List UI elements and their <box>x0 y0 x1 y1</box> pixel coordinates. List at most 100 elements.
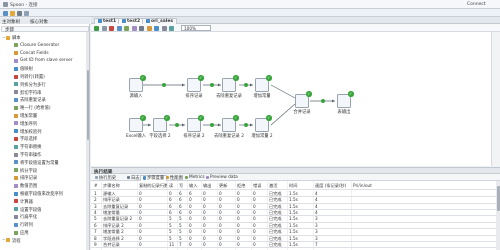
canvas-scrollbar[interactable] <box>491 32 500 166</box>
tree-step-item[interactable]: 排序记录 <box>0 174 86 181</box>
tree-step-item[interactable]: 行扁平化 <box>0 213 86 220</box>
step-icon <box>14 152 18 157</box>
tree-step-item[interactable]: 字段选择 <box>0 135 86 142</box>
table-cell: 0 <box>237 235 240 241</box>
step-icon <box>14 51 18 56</box>
table-cell: 0 <box>139 190 142 196</box>
explore-db-icon[interactable] <box>161 25 167 31</box>
tree-step-item[interactable]: Concat Fields <box>0 50 86 57</box>
tree-folder[interactable]: − 流程 <box>0 237 86 244</box>
transformation-canvas[interactable]: ✓ 源输入 ✓ 排序记录 ✓ 去除重复记录 ✓ 增加常量 ✓ Excel输入 ✓… <box>91 32 491 166</box>
table-cell: 7 <box>315 241 318 247</box>
preview-icon[interactable] <box>116 25 122 31</box>
expand-toggle-icon[interactable]: − <box>2 35 5 40</box>
table-cell: 6 <box>179 197 182 203</box>
tree-step-item[interactable]: 增加校验列 <box>0 128 86 135</box>
table-cell: 6 <box>169 197 172 203</box>
table-cell: 6 <box>169 209 172 215</box>
verify-icon[interactable] <box>139 25 144 31</box>
tree-step-item[interactable]: 行转列 <box>0 221 86 228</box>
hop-line[interactable] <box>270 103 296 126</box>
tree-step-item[interactable]: 字符串操作 <box>0 151 86 158</box>
tree-step-item[interactable]: 计算器 <box>0 198 86 205</box>
tree-step-item[interactable]: 剪切字符串 <box>0 89 86 96</box>
table-cell: 5 <box>179 229 182 235</box>
table-cell: 7 <box>179 241 182 247</box>
tree-step-item[interactable]: Get ID from slave server <box>0 57 86 64</box>
tree-step-item[interactable]: 应用 <box>0 229 86 236</box>
save-icon[interactable] <box>17 10 22 16</box>
tab-test1[interactable]: test1 <box>94 17 121 24</box>
tree-step-item[interactable]: 列拆分为多行 <box>0 81 86 88</box>
table-cell: 1.5s <box>289 229 298 235</box>
step-icon <box>14 214 18 219</box>
editor-tab-bar: test1 test2 ori_sales <box>91 17 500 24</box>
new-file-icon[interactable] <box>3 10 8 16</box>
step-icon <box>14 97 18 102</box>
tree-step-item[interactable]: 唯一行 (哈希值) <box>0 104 86 111</box>
tab-metrics[interactable]: Metrics <box>183 175 206 181</box>
step-tree: − 脚本 Closure Generator Concat Fields Get ID … <box>0 34 86 250</box>
tab-performance-graph[interactable]: 性能图 <box>164 175 184 181</box>
table-cell: 0 <box>253 229 256 235</box>
tree-step-item[interactable]: 增加常量 <box>0 112 86 119</box>
tab-step-metrics[interactable]: 步骤度量 <box>140 174 167 181</box>
replay-icon[interactable] <box>131 25 137 31</box>
open-folder-icon[interactable] <box>10 10 15 16</box>
sql-icon[interactable] <box>154 25 159 31</box>
tab-execution-history[interactable]: 执行历史 <box>93 175 118 181</box>
steps-search-bar[interactable]: 步骤 <box>1 26 89 33</box>
column-header[interactable]: Pri/in/out <box>353 183 372 188</box>
table-cell: 0 <box>189 209 192 215</box>
table-cell: 0 <box>237 222 240 228</box>
tree-step-item[interactable]: 拆分字段 <box>0 167 86 174</box>
tree-step-item[interactable]: 字符串替换 <box>0 143 86 150</box>
tree-folder[interactable]: − 脚本 <box>0 34 86 42</box>
tab-test2[interactable]: test2 <box>118 17 145 24</box>
tab-preview-data[interactable]: Preview data <box>204 175 239 181</box>
step-ok-icon: ✓ <box>164 115 170 121</box>
table-cell: 1.5s <box>289 222 298 228</box>
hop-arrow <box>182 83 185 87</box>
connect-button[interactable]: Connect <box>467 2 486 7</box>
column-header[interactable]: # <box>94 183 98 188</box>
tree-step-item[interactable]: Closure Generator <box>0 42 86 49</box>
tree-step-item[interactable]: 设置字段值 <box>0 206 86 213</box>
tab-ori-sales[interactable]: ori_sales <box>142 17 178 24</box>
table-cell: 5 <box>169 216 172 222</box>
tree-step-item[interactable]: 去除重复记录 <box>0 96 86 103</box>
table-cell: 0 <box>139 241 142 247</box>
sidebar-scrollbar[interactable] <box>86 32 89 250</box>
table-cell: 0 <box>253 209 256 215</box>
hop-ok-icon <box>321 99 325 103</box>
expand-toggle-icon[interactable]: − <box>2 237 5 242</box>
zoom-select[interactable]: 100% <box>181 25 211 31</box>
impact-icon[interactable] <box>146 25 152 31</box>
stop-icon[interactable] <box>109 25 114 31</box>
sidebar-scroll-thumb[interactable] <box>86 70 89 140</box>
table-cell: 5 <box>94 216 97 222</box>
tab-label: 执行历史 <box>99 175 117 181</box>
steps-label: 步骤 <box>5 28 14 33</box>
tab-log[interactable]: 日志 <box>125 175 141 181</box>
save-as-icon[interactable] <box>24 10 29 16</box>
tree-step-item[interactable]: 数值范围 <box>0 182 86 189</box>
chart-icon <box>184 175 188 180</box>
tree-item-label: 流程 <box>12 238 21 244</box>
tree-step-item[interactable]: 列转行(转置) <box>0 73 86 80</box>
tree-item-label: 字符串操作 <box>20 153 42 158</box>
tree-step-item[interactable]: 值映射 <box>0 65 86 72</box>
step-icon <box>14 58 18 63</box>
table-cell: 0 <box>189 222 192 228</box>
tree-step-item[interactable]: 将字段值设置为常量 <box>0 159 86 166</box>
tree-step-item[interactable]: 根据字段值来改变序列 <box>0 190 86 197</box>
show-results-icon[interactable] <box>169 25 174 31</box>
step-label: 表输出 <box>337 110 351 115</box>
run-icon[interactable] <box>94 25 99 31</box>
step-icon <box>14 82 18 87</box>
hop-line[interactable] <box>270 84 296 99</box>
pause-icon[interactable] <box>101 25 107 31</box>
debug-icon[interactable] <box>124 25 129 31</box>
results-scroll-thumb[interactable] <box>496 186 500 211</box>
tree-step-item[interactable]: 增加序列 <box>0 120 86 127</box>
